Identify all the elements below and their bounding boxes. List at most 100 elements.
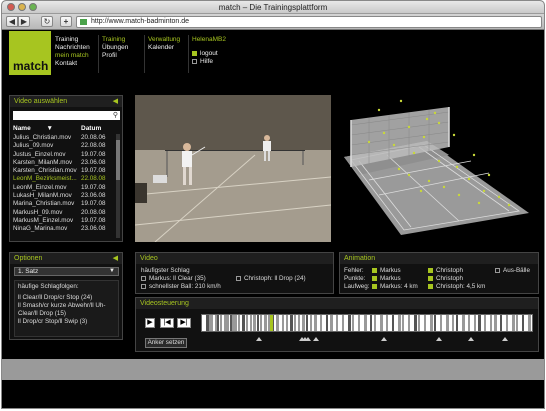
checkbox-icon[interactable] <box>428 275 433 281</box>
checkbox-icon[interactable] <box>236 275 241 281</box>
file-row[interactable]: Julius_Christian.mov 20.08.06 <box>13 134 113 142</box>
url-bar[interactable]: http://www.match-badminton.de <box>76 16 542 28</box>
timeline-segment <box>516 315 518 331</box>
nav-profil[interactable]: Profil <box>102 52 128 60</box>
animation-row-label: Punkte: <box>344 275 365 282</box>
collapse-arrow-icon[interactable]: ◀ <box>113 96 118 107</box>
file-row[interactable]: Julius_09.mov 22.08.08 <box>13 142 113 150</box>
checkbox-icon[interactable] <box>428 283 433 289</box>
file-row[interactable]: LeonM_Bezirksmeist... 22.08.08 <box>13 175 113 183</box>
sequence-item[interactable]: ll Smash/cr kurze Abwehr/ll Uh-Clear/ll … <box>18 302 115 318</box>
search-icon[interactable]: ⚲ <box>113 111 118 119</box>
anchor-marker-icon[interactable] <box>468 337 474 341</box>
nav-mein-match[interactable]: mein match <box>55 52 90 60</box>
step-back-button[interactable]: |◀ <box>160 318 174 328</box>
checkbox-icon[interactable] <box>372 283 377 289</box>
file-name: LukasH_MilanM.mov <box>13 192 72 200</box>
anchor-marker-icon[interactable] <box>256 337 262 341</box>
file-row[interactable]: NinaG_Marina.mov 23.06.08 <box>13 225 113 233</box>
animation-christoph-toggle[interactable]: Christoph <box>428 267 463 274</box>
christoph-stat[interactable]: Christoph: ll Drop (24) <box>236 275 306 282</box>
file-row[interactable]: Karsten_Christian.mov 19.07.08 <box>13 167 113 175</box>
column-date[interactable]: Datum <box>81 125 101 132</box>
set-anchor-button[interactable]: Anker setzen <box>145 338 187 348</box>
nav-kontakt[interactable]: Kontakt <box>55 60 90 68</box>
fastest-stat[interactable]: schnellster Ball: 210 km/h <box>141 283 221 290</box>
nav-kalender[interactable]: Kalender <box>148 44 180 52</box>
nav-nachrichten[interactable]: Nachrichten <box>55 44 90 52</box>
anchor-marker-icon[interactable] <box>381 337 387 341</box>
file-row[interactable]: MarkusH_09.mov 20.08.08 <box>13 209 113 217</box>
logout-link[interactable]: logout <box>192 50 226 58</box>
nav-divider <box>144 35 145 73</box>
video-player[interactable] <box>135 95 331 242</box>
video-stats-header: Video <box>136 253 333 264</box>
video-search-input[interactable]: ⚲ <box>13 111 120 120</box>
site-logo[interactable]: match <box>9 31 51 75</box>
options-title: Optionen <box>14 255 43 262</box>
animation-out-balls-toggle[interactable]: Aus-Bälle <box>495 267 530 274</box>
file-row[interactable]: Justus_Einzel.mov 19.07.08 <box>13 151 113 159</box>
animation-markus-toggle[interactable]: Markus: 4 km <box>372 283 418 290</box>
animation-title: Animation <box>344 255 376 262</box>
step-forward-button[interactable]: ▶| <box>177 318 191 328</box>
file-date: 19.07.08 <box>81 216 106 224</box>
nav-training-head[interactable]: Training <box>102 36 128 44</box>
file-row[interactable]: LukasH_MilanM.mov 23.06.08 <box>13 192 113 200</box>
court-animation-view[interactable] <box>339 95 539 242</box>
set-select[interactable]: 1. Satz ▼ <box>14 267 119 276</box>
column-name[interactable]: Name <box>13 125 31 132</box>
checkbox-icon[interactable] <box>372 267 377 273</box>
anchor-marker-icon[interactable] <box>313 337 319 341</box>
back-button[interactable]: ◀ <box>6 16 18 27</box>
file-row[interactable]: Karsten_MilanM.mov 23.06.08 <box>13 159 113 167</box>
play-button[interactable]: ▶ <box>145 318 155 328</box>
logo-text: match <box>13 59 49 73</box>
anchor-marker-icon[interactable] <box>502 337 508 341</box>
verwaltung-nav: Verwaltung Kalender <box>148 36 180 52</box>
checkbox-icon[interactable] <box>372 275 377 281</box>
timeline-segment <box>494 315 497 331</box>
nav-verwaltung-head[interactable]: Verwaltung <box>148 36 180 44</box>
file-row[interactable]: Marina_Christian.mov 19.07.08 <box>13 200 113 208</box>
reload-button[interactable]: ↻ <box>41 16 53 27</box>
timeline-segment <box>336 315 338 331</box>
forward-button[interactable]: ▶ <box>18 16 30 27</box>
anchor-marker-icon[interactable] <box>436 337 442 341</box>
file-date: 22.08.08 <box>81 175 106 183</box>
file-list-scrollbar[interactable] <box>116 134 120 238</box>
timeline-segment <box>298 315 300 331</box>
timeline-segment <box>512 315 515 331</box>
animation-markus-toggle[interactable]: Markus <box>372 267 401 274</box>
file-row[interactable]: MarkusM_Einzel.mov 19.07.08 <box>13 217 113 225</box>
anchor-marker-icon[interactable] <box>305 337 311 341</box>
window-title: match – Die Trainingsplattform <box>218 3 328 12</box>
dropdown-arrow-icon[interactable]: ▼ <box>109 268 115 275</box>
nav-training[interactable]: Training <box>55 36 90 44</box>
collapse-arrow-icon[interactable]: ◀ <box>113 253 118 264</box>
animation-christoph-toggle[interactable]: Christoph: 4,5 km <box>428 283 485 290</box>
sequence-item[interactable]: ll Drop/cr Stop/ll Swip (3) <box>18 318 115 326</box>
sequence-item[interactable]: ll Clear/ll Drop/cr Stop (24) <box>18 294 115 302</box>
checkbox-icon[interactable] <box>495 267 500 273</box>
video-timeline[interactable] <box>201 314 533 332</box>
file-row[interactable]: LeonM_Einzel.mov 19.07.08 <box>13 184 113 192</box>
video-select-header: Video auswählen ◀ <box>10 96 122 107</box>
file-name: MarkusH_09.mov <box>13 208 63 216</box>
timeline-segment <box>398 315 401 331</box>
checkbox-icon[interactable] <box>428 267 433 273</box>
animation-markus-toggle[interactable]: Markus <box>372 275 401 282</box>
timeline-playhead[interactable] <box>270 315 273 331</box>
file-name: Karsten_Christian.mov <box>13 167 77 175</box>
nav-uebungen[interactable]: Übungen <box>102 44 128 52</box>
checkbox-icon[interactable] <box>141 275 146 281</box>
markus-stat[interactable]: Markus: ll Clear (35) <box>141 275 206 282</box>
animation-christoph-toggle[interactable]: Christoph <box>428 275 463 282</box>
timeline-segment <box>452 315 454 331</box>
checkbox-icon[interactable] <box>141 283 146 289</box>
help-link[interactable]: Hilfe <box>192 58 226 66</box>
add-bookmark-button[interactable]: + <box>60 16 72 27</box>
nav-divider <box>98 35 99 73</box>
sort-down-icon[interactable]: ▼ <box>47 125 53 132</box>
scrollbar-thumb[interactable] <box>116 140 120 180</box>
